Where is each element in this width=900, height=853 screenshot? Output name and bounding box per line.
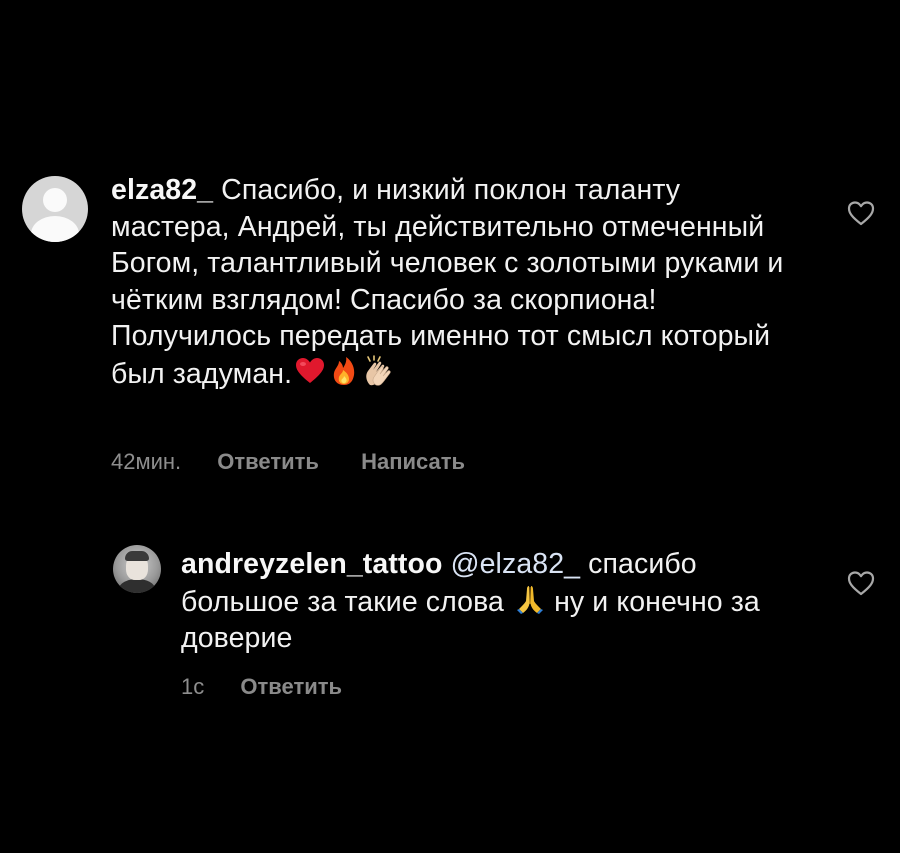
heart-outline-icon[interactable] — [846, 569, 876, 597]
fire-emoji — [328, 355, 360, 387]
avatar-hair-shape — [125, 551, 149, 561]
comment-meta: 42мин. Ответить Написать — [111, 448, 501, 476]
comment-timestamp: 1с — [181, 674, 205, 699]
comment-elza82: elza82_ Спасибо, и низкий поклон таланту… — [0, 0, 900, 520]
comment-body: elza82_ Спасибо, и низкий поклон таланту… — [111, 172, 801, 392]
heart-emoji — [294, 355, 326, 387]
heart-outline-icon[interactable] — [846, 199, 876, 227]
message-button[interactable]: Написать — [361, 448, 465, 476]
avatar-shoulders-shape — [31, 216, 79, 242]
comment-timestamp: 42мин. — [111, 449, 182, 474]
comment-meta: 1с Ответить — [181, 673, 378, 701]
mention-link[interactable]: @elza82_ — [451, 548, 581, 580]
comment-body: andreyzelen_tattoo @elza82_ спасибо боль… — [181, 546, 801, 657]
comment-text: Спасибо, и низкий поклон таланту мастера… — [111, 174, 784, 390]
default-avatar[interactable] — [22, 176, 88, 242]
avatar-body-shape — [119, 579, 155, 593]
folded-hands-emoji — [514, 583, 546, 615]
clapping-hands-emoji — [362, 354, 394, 387]
comment-username[interactable]: elza82_ — [111, 174, 213, 206]
profile-photo-avatar[interactable] — [113, 545, 161, 593]
comment-username[interactable]: andreyzelen_tattoo — [181, 548, 443, 580]
reply-button[interactable]: Ответить — [240, 673, 342, 701]
reply-button[interactable]: Ответить — [217, 448, 319, 476]
comment-andreyzelen-reply: andreyzelen_tattoo @elza82_ спасибо боль… — [0, 520, 900, 720]
avatar-head-shape — [43, 188, 67, 212]
